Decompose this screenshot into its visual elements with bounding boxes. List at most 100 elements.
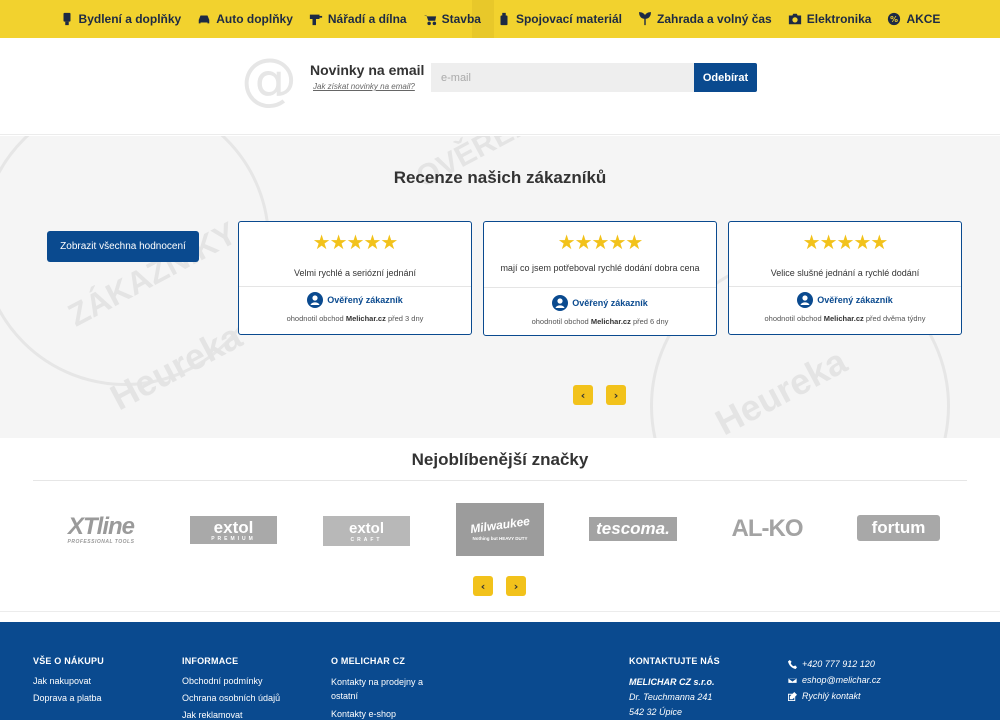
review-date: před dvěma týdny xyxy=(865,314,926,323)
wheelbarrow-icon xyxy=(423,15,436,26)
reviews-title: Recenze našich zákazníků xyxy=(393,168,607,187)
show-all-reviews-button[interactable]: Zobrazit všechna hodnocení xyxy=(47,231,199,262)
plant-icon xyxy=(639,12,651,26)
envelope-icon xyxy=(788,676,797,684)
shop-name: Melichar.cz xyxy=(823,314,864,323)
footer-heading: O MELICHAR CZ xyxy=(331,656,406,666)
review-text: Velmi rychlé a seriózní jednání xyxy=(293,267,417,278)
nav-item-elektronika[interactable]: Elektronika xyxy=(780,0,880,38)
company-name: MELICHAR CZ s.r.o. xyxy=(629,677,715,687)
meta-prefix: ohodnotil obchod xyxy=(531,317,589,326)
footer-col-contacts: +420 777 912 120 eshop@melichar.cz Rychl… xyxy=(788,656,881,704)
meta-prefix: ohodnotil obchod xyxy=(764,314,822,323)
brand-subtitle: PROFESSIONAL TOOLS xyxy=(67,539,135,545)
nav-item-naradi[interactable]: Nářadí a dílna xyxy=(301,0,415,38)
nav-item-label: Zahrada a volný čas xyxy=(657,12,772,26)
footer-link[interactable]: Jak reklamovat xyxy=(182,709,280,720)
brand-logo-tescoma[interactable]: tescoma. xyxy=(589,517,677,541)
email-contact[interactable]: eshop@melichar.cz xyxy=(788,672,881,688)
brand-name: tescoma. xyxy=(596,519,670,538)
brand-name: AL-KO xyxy=(731,515,804,542)
verified-label: Ověřený zákazník xyxy=(817,295,893,305)
footer-heading: INFORMACE xyxy=(182,656,239,666)
card-divider xyxy=(239,286,471,287)
quick-contact-link[interactable]: Rychlý kontakt xyxy=(788,688,881,704)
nav-item-zahrada[interactable]: Zahrada a volný čas xyxy=(630,0,780,38)
brand-logo-extol-craft[interactable]: extol CRAFT xyxy=(323,516,410,546)
card-divider xyxy=(729,286,961,287)
footer-heading: KONTAKTUJTE NÁS xyxy=(629,656,720,666)
nav-item-stavba[interactable]: Stavba xyxy=(415,0,489,38)
brand-logo-alko[interactable]: AL-KO xyxy=(722,514,812,544)
footer-link[interactable]: Ochrana osobních údajů xyxy=(182,692,280,704)
footer-col-informace: INFORMACE Obchodní podmínky Ochrana osob… xyxy=(182,656,280,720)
review-date: před 3 dny xyxy=(387,314,424,323)
nav-item-bydleni[interactable]: Bydlení a doplňky xyxy=(52,0,190,38)
quick-contact-label: Rychlý kontakt xyxy=(802,691,861,701)
brand-name: extol xyxy=(348,519,384,537)
brands-next-button[interactable]: › xyxy=(506,576,526,596)
review-date: před 6 dny xyxy=(632,317,669,326)
footer: VŠE O NÁKUPU Jak nakupovat Doprava a pla… xyxy=(0,622,1000,720)
nav-item-spojovaci[interactable]: Spojovací materiál xyxy=(489,0,630,38)
nav-item-akce[interactable]: % AKCE xyxy=(879,0,948,38)
brand-logo-xtline[interactable]: XTline PROFESSIONAL TOOLS xyxy=(55,512,147,548)
bolt-icon xyxy=(500,12,508,26)
footer-link[interactable]: Jak nakupovat xyxy=(33,675,104,687)
nav-item-label: Auto doplňky xyxy=(216,12,293,26)
user-icon xyxy=(307,292,324,308)
shop-name: Melichar.cz xyxy=(590,317,631,326)
review-card: ★★★★★ Velice slušné jednání a rychlé dod… xyxy=(728,221,962,335)
nav-item-label: Spojovací materiál xyxy=(515,12,622,26)
user-icon xyxy=(552,295,569,311)
footer-link[interactable]: Kontakty e-shop xyxy=(331,708,451,720)
phone-icon xyxy=(788,659,797,669)
brand-name: fortum xyxy=(871,518,926,537)
verified-badge: Ověřený zákazník xyxy=(729,292,961,308)
svg-text:@: @ xyxy=(241,52,297,108)
card-divider xyxy=(484,287,716,288)
user-icon xyxy=(797,292,814,308)
reviews-prev-button[interactable]: ‹ xyxy=(573,385,593,405)
company-city: 542 32 Úpice xyxy=(629,707,683,717)
edit-icon xyxy=(788,691,797,701)
drill-icon xyxy=(309,14,323,26)
nav-item-label: Stavba xyxy=(441,12,481,26)
nav-item-label: Bydlení a doplňky xyxy=(78,12,182,26)
brands-prev-button[interactable]: ‹ xyxy=(473,576,493,596)
nav-item-auto[interactable]: Auto doplňky xyxy=(189,0,301,38)
company-street: Dr. Teuchmanna 241 xyxy=(629,692,713,702)
review-meta: ohodnotil obchod Melichar.cz před dvěma … xyxy=(729,314,961,323)
meta-prefix: ohodnotil obchod xyxy=(286,314,344,323)
percent-badge-icon: % xyxy=(888,12,901,26)
camera-icon xyxy=(788,13,801,25)
brand-subtitle: PREMIUM xyxy=(211,535,256,542)
brand-logo-milwaukee[interactable]: Milwaukee Nothing but HEAVY DUTY xyxy=(456,503,544,556)
brands-divider xyxy=(33,480,967,481)
review-text: mají co jsem potřeboval rychlé dodání do… xyxy=(500,262,700,273)
footer-link[interactable]: Doprava a platba xyxy=(33,692,104,704)
footer-col-nakup: VŠE O NÁKUPU Jak nakupovat Doprava a pla… xyxy=(33,656,104,709)
footer-link[interactable]: Kontakty na prodejny a ostatní xyxy=(331,675,451,703)
brand-subtitle: Nothing but HEAVY DUTY xyxy=(472,536,528,541)
nav-item-label: Elektronika xyxy=(806,12,872,26)
at-sign-icon: @ xyxy=(241,52,297,108)
review-meta: ohodnotil obchod Melichar.cz před 6 dny xyxy=(484,317,716,326)
subscribe-button[interactable]: Odebírat xyxy=(694,63,757,92)
top-navigation: Bydlení a doplňky Auto doplňky Nářadí a … xyxy=(0,0,1000,38)
brands-section: Nejoblíbenější značky XTline PROFESSIONA… xyxy=(0,438,1000,621)
footer-link[interactable]: Obchodní podmínky xyxy=(182,675,280,687)
verified-badge: Ověřený zákazník xyxy=(239,292,471,308)
category-menu: Bydlení a doplňky Auto doplňky Nářadí a … xyxy=(0,0,1000,38)
email-field[interactable] xyxy=(431,63,695,92)
brands-bottom-divider xyxy=(0,611,1000,612)
newsletter-title: Novinky na email xyxy=(310,62,425,78)
brand-logo-extol-premium[interactable]: extol PREMIUM xyxy=(190,516,277,544)
star-rating: ★★★★★ xyxy=(312,232,399,254)
email-address: eshop@melichar.cz xyxy=(802,675,881,685)
brand-logo-fortum[interactable]: fortum xyxy=(857,515,940,541)
newsletter-help-link[interactable]: Jak získat novinky na email? xyxy=(313,82,415,91)
newsletter-section: @ Novinky na email Jak získat novinky na… xyxy=(0,38,1000,135)
phone-contact[interactable]: +420 777 912 120 xyxy=(788,656,881,672)
reviews-next-button[interactable]: › xyxy=(606,385,626,405)
